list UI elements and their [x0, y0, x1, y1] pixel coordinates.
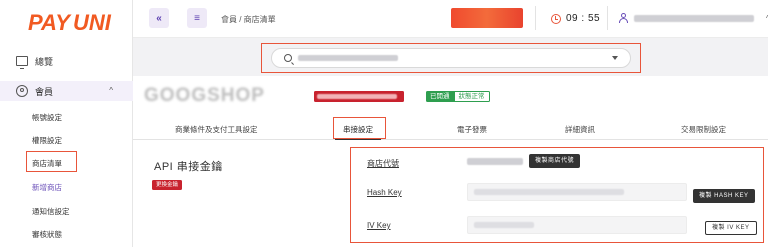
logo-text-uni: UNI	[73, 10, 112, 35]
sidebar: PAY UNI 總覽 會員 ^ 帳號設定 權限設定 商店清單 新增商店 通知信設…	[0, 0, 133, 247]
store-search-area	[133, 38, 768, 76]
tab-details[interactable]: 詳細資訊	[565, 124, 595, 135]
sidebar-subitem-review-status[interactable]: 審核狀態	[32, 229, 62, 240]
user-circle-icon	[16, 85, 28, 97]
clock-icon	[551, 13, 561, 24]
sidebar-subitem-add-store[interactable]: 新增商店	[32, 182, 62, 193]
tab-transaction-limits[interactable]: 交易限制設定	[681, 124, 726, 135]
user-icon	[619, 13, 628, 23]
store-tabs: 商業條件及支付工具設定 串接設定 電子發票 詳細資訊 交易限制設定	[133, 118, 768, 140]
top-bar: « ≡ 會員 / 商店清單 09 : 55 ^	[133, 0, 768, 38]
iv-key-field[interactable]	[467, 216, 687, 234]
redacted-iv-key	[474, 222, 534, 228]
sidebar-item-label: 會員	[35, 86, 54, 97]
divider	[535, 6, 536, 30]
session-timer-value: 09 : 55	[566, 13, 601, 24]
monitor-icon	[16, 56, 28, 69]
store-list-highlight	[26, 151, 77, 172]
sidebar-item-label: 總覽	[35, 56, 54, 67]
store-status-tag: 已開通 狀態正常	[426, 91, 490, 102]
copy-iv-key-button[interactable]: 複製 IV KEY	[705, 221, 757, 235]
breadcrumb: 會員 / 商店清單	[221, 15, 276, 24]
copy-hash-key-button[interactable]: 複製 HASH KEY	[693, 189, 755, 203]
double-chevron-left-icon: «	[156, 12, 162, 24]
store-alert-tag	[314, 91, 404, 102]
redacted-tag-text	[317, 94, 397, 99]
tab-e-invoice[interactable]: 電子發票	[457, 124, 487, 135]
change-keys-button[interactable]: 更換金鑰	[152, 180, 183, 190]
session-timer: 09 : 55	[551, 13, 600, 24]
redacted-store-code	[467, 158, 523, 165]
search-highlight	[261, 43, 641, 73]
tab-highlight	[333, 117, 386, 139]
redacted-banner	[451, 8, 523, 28]
logo-text-pay: PAY	[28, 10, 72, 35]
sidebar-item-overview[interactable]: 總覽	[0, 52, 133, 70]
payuni-logo[interactable]: PAY UNI	[26, 8, 112, 36]
sidebar-subitem-permission-settings[interactable]: 權限設定	[32, 135, 62, 146]
chevron-up-icon: ^	[109, 86, 113, 95]
sidebar-subitem-notification-settings[interactable]: 通知信設定	[32, 206, 70, 217]
collapse-sidebar-button[interactable]: «	[149, 8, 169, 28]
redacted-username	[634, 14, 754, 22]
store-name-redacted: GOOGSHOP	[144, 85, 265, 106]
menu-button[interactable]: ≡	[187, 8, 207, 28]
hamburger-icon: ≡	[194, 12, 200, 24]
sidebar-subitem-account-settings[interactable]: 帳號設定	[32, 112, 62, 123]
redacted-hash-key	[474, 189, 624, 195]
store-code-label: 商店代號	[367, 159, 399, 168]
divider	[607, 6, 608, 30]
sidebar-item-member[interactable]: 會員 ^	[0, 81, 133, 101]
user-menu[interactable]: ^	[619, 13, 768, 23]
api-keys-title: API 串接金鑰	[154, 161, 223, 173]
status-badge: 已開通	[426, 91, 454, 102]
iv-key-label: IV Key	[367, 221, 391, 230]
hash-key-field[interactable]	[467, 183, 687, 201]
status-badge-detail: 狀態正常	[453, 91, 490, 102]
api-keys-panel: 商店代號 複製商店代號 Hash Key 複製 HASH KEY IV Key …	[350, 147, 764, 243]
copy-store-code-button[interactable]: 複製商店代號	[529, 154, 581, 168]
hash-key-label: Hash Key	[367, 188, 402, 197]
tab-business-terms[interactable]: 商業條件及支付工具設定	[175, 124, 258, 135]
